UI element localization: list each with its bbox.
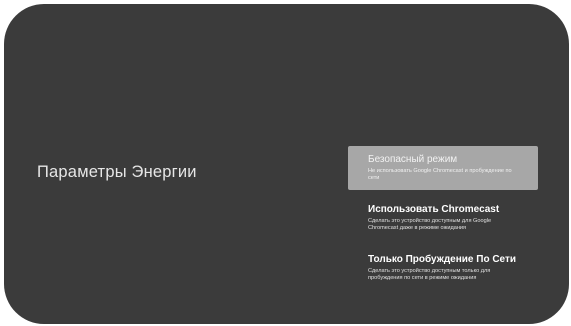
option-safe-mode[interactable]: Безопасный режим Не использовать Google … [348, 146, 538, 190]
option-title: Использовать Chromecast [368, 204, 500, 215]
option-use-chromecast[interactable]: Использовать Chromecast Сделать это устр… [348, 196, 538, 240]
option-description: Сделать это устройство доступным только … [368, 268, 491, 281]
page-title: Параметры Энергии [37, 163, 197, 181]
option-wake-on-lan-only[interactable]: Только Пробуждение По Сети Сделать это у… [348, 246, 538, 290]
option-title: Безопасный режим [368, 154, 458, 165]
tv-screen: Параметры Энергии Безопасный режим Не ис… [4, 4, 569, 324]
power-options-list: Безопасный режим Не использовать Google … [348, 146, 538, 296]
option-description: Не использовать Google Chromecast и проб… [368, 168, 512, 181]
option-title: Только Пробуждение По Сети [368, 254, 517, 265]
option-description: Сделать это устройство доступным для Goo… [368, 218, 492, 231]
